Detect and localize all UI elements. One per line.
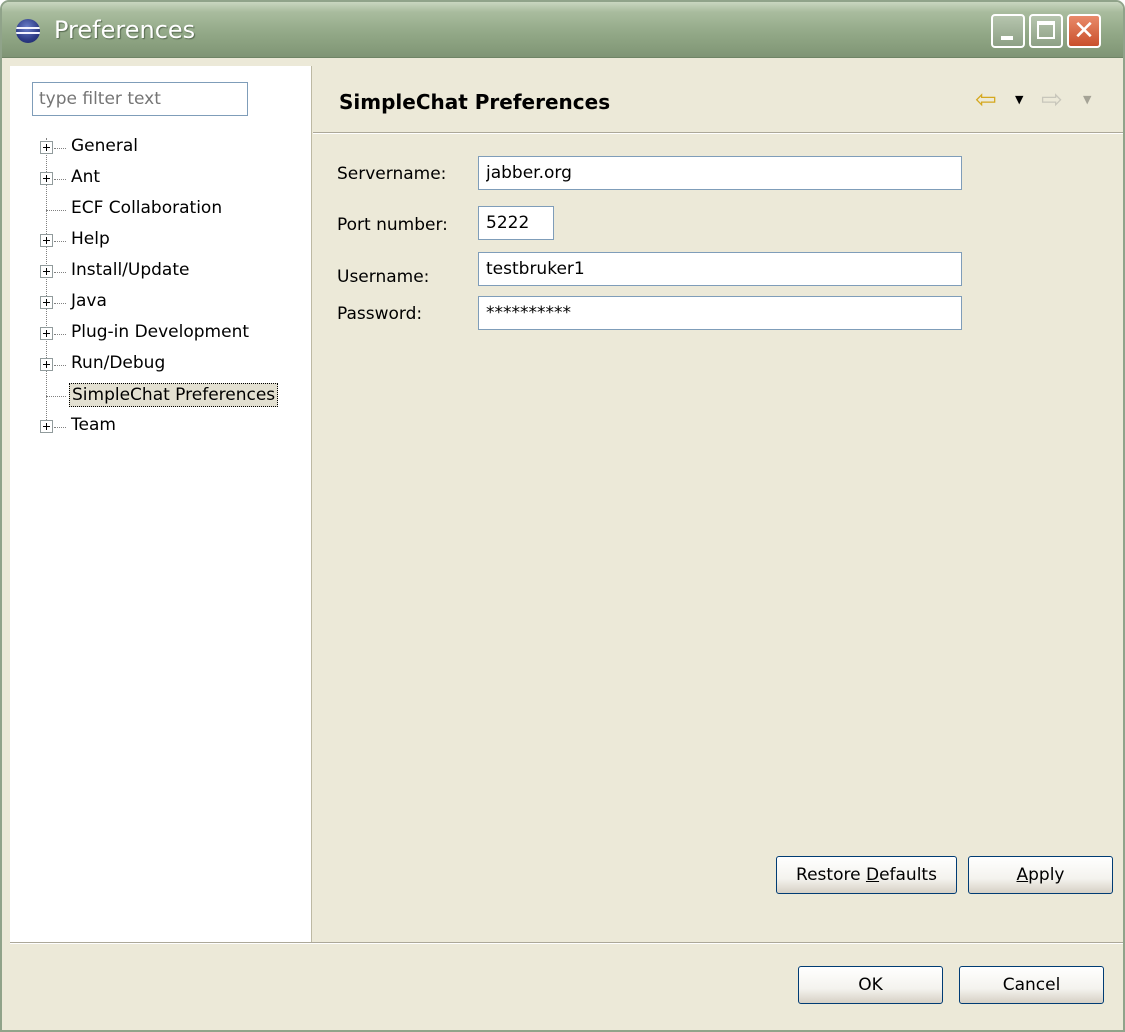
preference-page: SimpleChat Preferences ⇦ ▼ ⇨ ▼ Servernam… xyxy=(313,66,1123,942)
preferences-window: Preferences ✕ General Ant xyxy=(0,0,1125,1032)
expand-icon[interactable] xyxy=(40,420,53,433)
window-title: Preferences xyxy=(54,16,196,44)
tree-item-label: Ant xyxy=(71,167,101,187)
back-dropdown-icon[interactable]: ▼ xyxy=(1015,93,1023,106)
expand-icon[interactable] xyxy=(40,296,53,309)
expand-icon[interactable] xyxy=(40,358,53,371)
tree-item-team[interactable]: Team xyxy=(10,411,312,442)
maximize-icon xyxy=(1037,21,1055,39)
username-field[interactable] xyxy=(478,252,962,286)
back-arrow-icon[interactable]: ⇦ xyxy=(975,87,997,113)
preferences-tree-pane: General Ant ECF Collaboration Help Insta… xyxy=(10,66,312,942)
password-field[interactable] xyxy=(478,296,962,330)
close-icon: ✕ xyxy=(1073,16,1095,46)
tree-item-label-selected: SimpleChat Preferences xyxy=(69,383,279,407)
dialog-separator xyxy=(10,942,1123,944)
minimize-button[interactable] xyxy=(991,14,1025,48)
forward-arrow-icon[interactable]: ⇨ xyxy=(1041,87,1063,113)
tree-item-help[interactable]: Help xyxy=(10,225,312,256)
servername-label: Servername: xyxy=(337,164,447,184)
password-label: Password: xyxy=(337,304,423,324)
tree-item-ecf-collaboration[interactable]: ECF Collaboration xyxy=(10,194,312,225)
close-button[interactable]: ✕ xyxy=(1067,14,1101,48)
expand-icon[interactable] xyxy=(40,234,53,247)
expand-icon[interactable] xyxy=(40,265,53,278)
forward-dropdown-icon[interactable]: ▼ xyxy=(1083,93,1091,106)
tree-item-simplechat-preferences[interactable]: SimpleChat Preferences xyxy=(10,380,312,411)
ok-button[interactable]: OK xyxy=(798,966,943,1004)
title-separator xyxy=(313,132,1123,134)
expand-icon[interactable] xyxy=(40,327,53,340)
tree-item-install-update[interactable]: Install/Update xyxy=(10,256,312,287)
minimize-icon xyxy=(1001,36,1013,40)
servername-field[interactable] xyxy=(478,156,962,190)
expand-icon[interactable] xyxy=(40,141,53,154)
tree-item-plug-in-development[interactable]: Plug-in Development xyxy=(10,318,312,349)
maximize-button[interactable] xyxy=(1029,14,1063,48)
tree-item-label: Java xyxy=(71,291,107,311)
tree-item-label: Run/Debug xyxy=(71,353,166,373)
restore-defaults-button[interactable]: Restore Defaults xyxy=(776,856,957,894)
tree-item-ant[interactable]: Ant xyxy=(10,163,312,194)
eclipse-icon xyxy=(16,19,40,43)
port-number-field[interactable] xyxy=(478,206,554,240)
username-label: Username: xyxy=(337,267,430,287)
expand-icon[interactable] xyxy=(40,172,53,185)
tree-item-label: Install/Update xyxy=(71,260,190,280)
page-title: SimpleChat Preferences xyxy=(339,90,611,114)
tree-item-label: General xyxy=(71,136,138,156)
tree-item-general[interactable]: General xyxy=(10,132,312,163)
tree-item-run-debug[interactable]: Run/Debug xyxy=(10,349,312,380)
apply-button[interactable]: Apply xyxy=(968,856,1113,894)
tree-item-label: Help xyxy=(71,229,110,249)
filter-input[interactable] xyxy=(32,82,248,116)
cancel-button[interactable]: Cancel xyxy=(959,966,1104,1004)
tree-item-label: Team xyxy=(71,415,116,435)
title-bar[interactable]: Preferences ✕ xyxy=(2,2,1123,58)
tree-item-label: Plug-in Development xyxy=(71,322,250,342)
tree-item-label: ECF Collaboration xyxy=(71,198,223,218)
port-number-label: Port number: xyxy=(337,215,448,235)
tree-item-java[interactable]: Java xyxy=(10,287,312,318)
